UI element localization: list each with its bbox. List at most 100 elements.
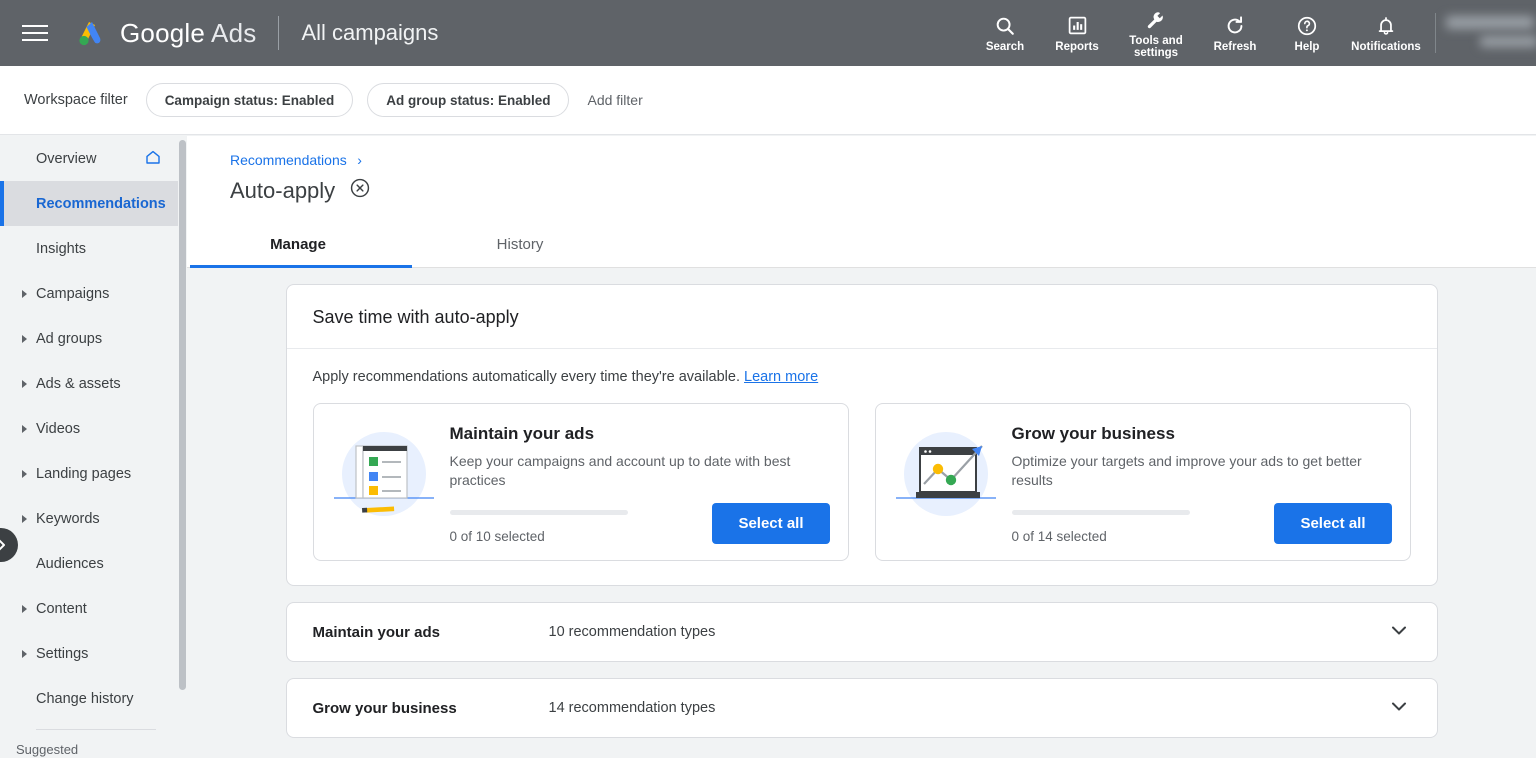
sidebar-item-keywords[interactable]: Keywords	[0, 496, 178, 541]
filter-chip-ad-group-status[interactable]: Ad group status: Enabled	[367, 83, 570, 117]
search-button[interactable]: Search	[969, 0, 1041, 66]
chevron-right-icon	[22, 469, 27, 478]
sidebar-item-label: Ads & assets	[36, 375, 121, 392]
top-bar-actions: Search Reports Tools and settings Refres…	[969, 0, 1536, 66]
search-label: Search	[985, 40, 1025, 53]
sidebar-item-label: Landing pages	[36, 465, 132, 482]
category-tiles: Maintain your ads Keep your campaigns an…	[312, 403, 1411, 561]
selection-progress-bar	[449, 510, 628, 515]
chevron-down-icon[interactable]	[1387, 618, 1411, 647]
checklist-illustration	[332, 424, 436, 528]
sidebar-item-videos[interactable]: Videos	[0, 406, 178, 451]
account-info-redacted[interactable]	[1436, 0, 1536, 66]
accordion-grow-your-business[interactable]: Grow your business 14 recommendation typ…	[285, 678, 1438, 738]
sidebar-item-content[interactable]: Content	[0, 586, 178, 631]
auto-apply-card-title: Save time with auto-apply	[286, 285, 1437, 349]
sidebar-item-label: Insights	[36, 240, 86, 257]
sidebar-item-settings[interactable]: Settings	[0, 631, 178, 676]
accordion-maintain-your-ads[interactable]: Maintain your ads 10 recommendation type…	[285, 602, 1438, 662]
tile-description: Optimize your targets and improve your a…	[1011, 453, 1362, 488]
select-all-button-maintain[interactable]: Select all	[712, 503, 830, 544]
google-ads-logo-icon	[70, 13, 110, 53]
add-filter-button[interactable]: Add filter	[587, 92, 642, 108]
tile-maintain-your-ads: Maintain your ads Keep your campaigns an…	[312, 403, 849, 561]
sidebar-item-change-history[interactable]: Change history	[0, 676, 178, 721]
sidebar-item-label: Overview	[36, 150, 97, 167]
help-icon	[1296, 14, 1318, 38]
chevron-right-icon	[22, 649, 27, 658]
auto-apply-card-body: Apply recommendations automatically ever…	[287, 349, 1437, 585]
sidebar-divider	[36, 729, 156, 730]
chevron-right-icon	[22, 514, 27, 523]
help-label: Help	[1294, 40, 1320, 53]
google-ads-app: Google Ads All campaigns Search Reports	[0, 0, 1536, 758]
sidebar-item-label: Settings	[36, 645, 89, 662]
chevron-right-icon: ›	[357, 152, 362, 168]
chevron-right-icon	[22, 424, 27, 433]
tools-and-settings-label: Tools and settings	[1129, 34, 1183, 59]
reports-icon	[1067, 14, 1088, 38]
tab-history[interactable]: History	[409, 222, 631, 267]
tab-manage[interactable]: Manage	[187, 222, 409, 267]
breadcrumb-recommendations-link[interactable]: Recommendations	[230, 152, 347, 168]
notifications-button[interactable]: Notifications	[1343, 0, 1429, 66]
filter-chip-campaign-status[interactable]: Campaign status: Enabled	[145, 83, 354, 117]
account-context-title: All campaigns	[301, 20, 439, 45]
close-icon[interactable]	[349, 177, 371, 204]
sidebar-item-label: Campaigns	[36, 285, 110, 302]
sidebar-item-landing-pages[interactable]: Landing pages	[0, 451, 178, 496]
tile-grow-your-business: Grow your business Optimize your targets…	[874, 403, 1411, 561]
accordion-meta: 10 recommendation types	[548, 624, 716, 640]
tile-progress-group: 0 of 14 selected	[1011, 510, 1275, 544]
sidebar-scrollbar[interactable]	[179, 140, 186, 690]
top-app-bar: Google Ads All campaigns Search Reports	[0, 0, 1536, 66]
learn-more-link[interactable]: Learn more	[744, 369, 818, 385]
sidebar-item-label: Audiences	[36, 555, 104, 572]
sidebar-item-ads-and-assets[interactable]: Ads & assets	[0, 361, 178, 406]
auto-apply-description-text: Apply recommendations automatically ever…	[312, 369, 741, 385]
sidebar-item-label: Recommendations	[36, 195, 166, 212]
chevron-down-icon[interactable]	[1387, 694, 1411, 723]
search-icon	[994, 14, 1016, 38]
workspace-filter-bar: Workspace filter Campaign status: Enable…	[0, 66, 1536, 135]
sidebar-item-overview[interactable]: Overview	[0, 136, 178, 181]
chevron-right-icon	[22, 289, 27, 298]
chevron-right-icon	[22, 604, 27, 613]
sidebar-item-audiences[interactable]: Audiences	[0, 541, 178, 586]
sidebar-item-label: Videos	[36, 420, 81, 437]
sidebar-item-insights[interactable]: Insights	[0, 226, 178, 271]
bell-icon	[1375, 14, 1397, 38]
refresh-label: Refresh	[1213, 40, 1257, 53]
sidebar-item-label: Ad groups	[36, 330, 103, 347]
sidebar-section-suggested: Suggested	[16, 741, 79, 757]
help-button[interactable]: Help	[1271, 0, 1343, 66]
tile-footer: 0 of 14 selected Select all	[1011, 503, 1392, 544]
tools-and-settings-button[interactable]: Tools and settings	[1113, 0, 1199, 66]
sidebar-item-ad-groups[interactable]: Ad groups	[0, 316, 178, 361]
tile-content: Grow your business Optimize your targets…	[1011, 420, 1392, 544]
selection-progress-bar	[1011, 510, 1190, 515]
accordion-title: Grow your business	[312, 699, 457, 717]
workspace-filter-label: Workspace filter	[24, 92, 128, 108]
breadcrumb: Recommendations ›	[187, 136, 1536, 170]
main-content: Recommendations › Auto-apply Manage Hist…	[187, 136, 1536, 758]
page-title-row: Auto-apply	[187, 177, 1536, 204]
sidebar-item-label: Keywords	[36, 510, 100, 527]
reports-label: Reports	[1055, 40, 1099, 53]
tab-bar: Manage History	[187, 222, 1536, 268]
growth-chart-illustration	[894, 424, 998, 528]
refresh-button[interactable]: Refresh	[1199, 0, 1271, 66]
chevron-right-icon	[0, 539, 5, 551]
brand-name: Google Ads	[120, 18, 256, 49]
sidebar-item-campaigns[interactable]: Campaigns	[0, 271, 178, 316]
select-all-button-grow[interactable]: Select all	[1274, 503, 1392, 544]
tools-icon	[1145, 8, 1167, 32]
accordion-meta: 14 recommendation types	[548, 700, 716, 716]
hamburger-menu-icon[interactable]	[22, 19, 50, 47]
sidebar-item-recommendations[interactable]: Recommendations	[0, 181, 178, 226]
home-icon	[144, 148, 162, 170]
chevron-right-icon	[22, 334, 27, 343]
tab-label: History	[496, 236, 544, 253]
reports-button[interactable]: Reports	[1041, 0, 1113, 66]
auto-apply-card: Save time with auto-apply Apply recommen…	[285, 284, 1438, 586]
